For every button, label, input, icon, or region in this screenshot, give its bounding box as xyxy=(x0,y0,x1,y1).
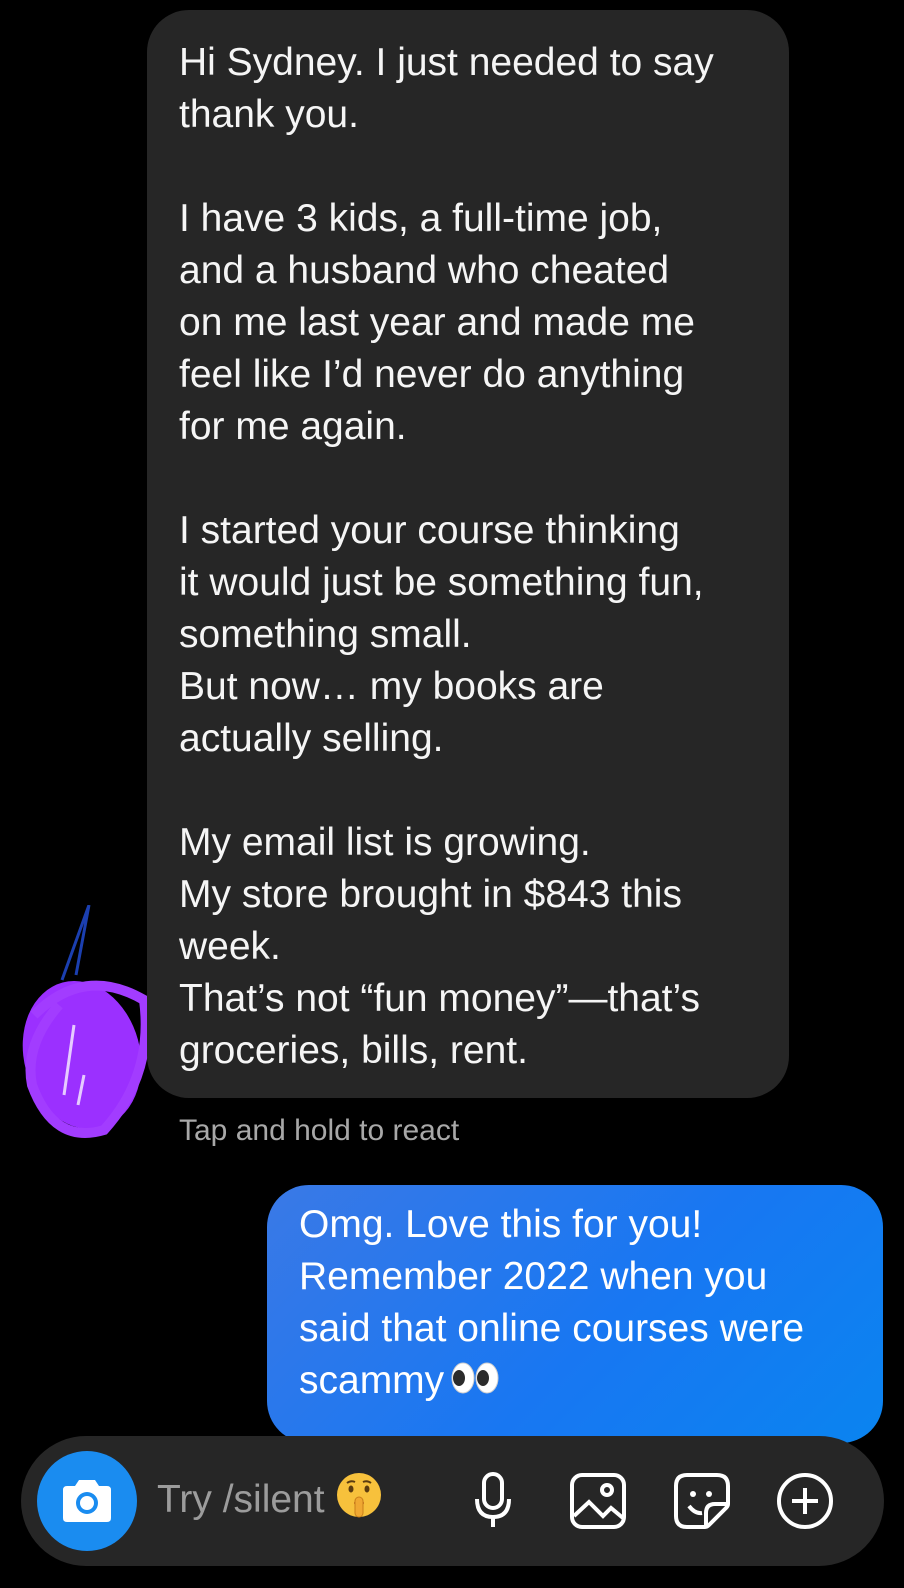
message-line: My store brought in $843 this xyxy=(179,873,682,916)
more-options-button[interactable] xyxy=(773,1469,837,1533)
message-line: something small. xyxy=(179,613,472,656)
gallery-icon xyxy=(570,1473,626,1529)
message-composer: Try /silent xyxy=(21,1436,884,1566)
redacted-avatar-scribble-icon xyxy=(22,904,151,1138)
message-text: scammy xyxy=(299,1359,445,1402)
incoming-message-bubble[interactable]: Hi Sydney. I just needed to say thank yo… xyxy=(147,10,789,1098)
message-last-line: scammy xyxy=(299,1355,853,1407)
message-line: and a husband who cheated xyxy=(179,249,670,292)
message-line: said that online courses were xyxy=(299,1307,805,1350)
message-line: for me again. xyxy=(179,405,407,448)
message-line: Remember 2022 when you xyxy=(299,1255,768,1298)
camera-button[interactable] xyxy=(37,1451,137,1551)
message-line: That’s not “fun money”—that’s xyxy=(179,977,700,1020)
message-line: actually selling. xyxy=(179,717,444,760)
camera-icon xyxy=(63,1480,111,1522)
microphone-button[interactable] xyxy=(461,1469,525,1533)
shushing-face-emoji-icon xyxy=(335,1471,383,1529)
message-line: My email list is growing. xyxy=(179,821,591,864)
message-input-placeholder: Try /silent xyxy=(157,1478,325,1521)
message-input[interactable]: Try /silent xyxy=(157,1467,437,1533)
message-line: Omg. Love this for you! xyxy=(299,1203,703,1246)
message-line: Hi Sydney. I just needed to say xyxy=(179,41,714,84)
microphone-icon xyxy=(475,1472,511,1527)
eyes-emoji-icon xyxy=(450,1357,500,1409)
plus-icon xyxy=(777,1473,833,1529)
message-line: groceries, bills, rent. xyxy=(179,1029,528,1072)
message-line: But now… my books are xyxy=(179,665,604,708)
react-hint: Tap and hold to react xyxy=(179,1114,460,1147)
gallery-button[interactable] xyxy=(566,1469,630,1533)
sticker-button[interactable] xyxy=(670,1469,734,1533)
message-line: thank you. xyxy=(179,93,359,136)
message-line: feel like I’d never do anything xyxy=(179,353,685,396)
message-line: I started your course thinking xyxy=(179,509,680,552)
avatar[interactable] xyxy=(14,904,164,1155)
outgoing-message-bubble[interactable]: Omg. Love this for you! Remember 2022 wh… xyxy=(267,1185,883,1443)
message-line: on me last year and made me xyxy=(179,301,695,344)
sticker-icon xyxy=(674,1473,730,1529)
message-line: week. xyxy=(179,925,281,968)
message-line: I have 3 kids, a full-time job, xyxy=(179,197,663,240)
message-line: it would just be something fun, xyxy=(179,561,704,604)
